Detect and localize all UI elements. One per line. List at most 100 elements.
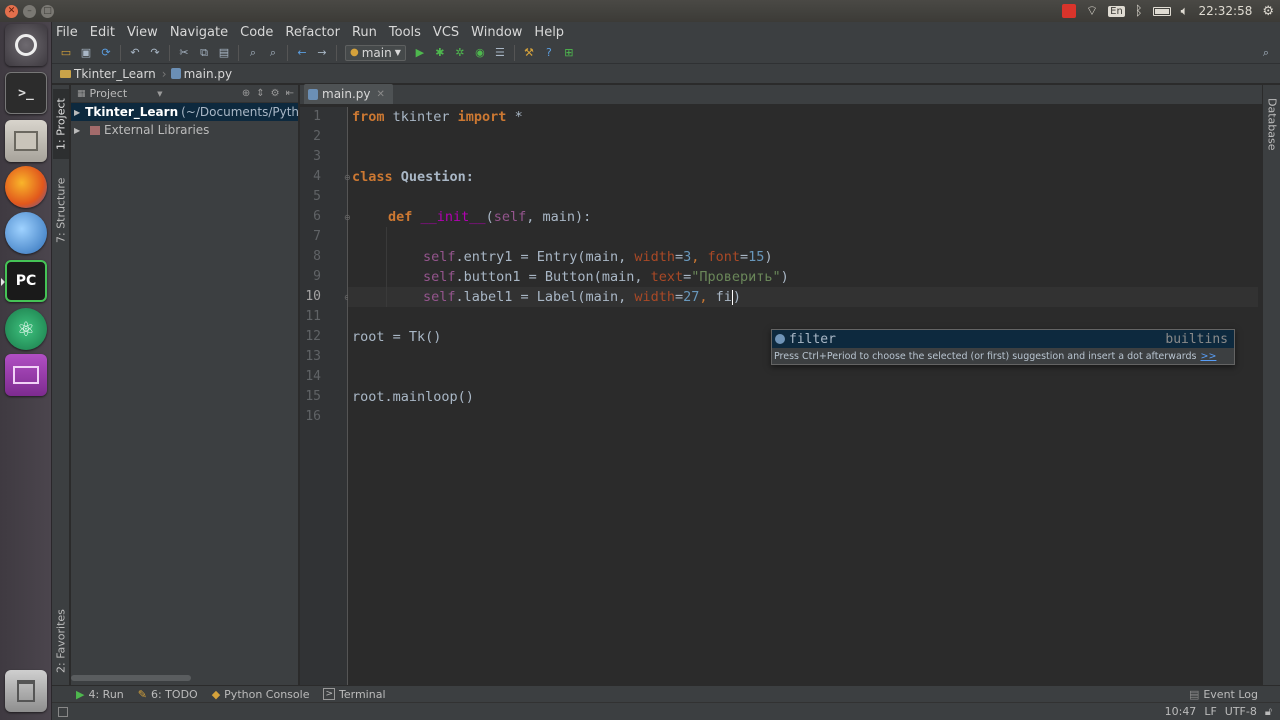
caret-position[interactable]: 10:47 — [1165, 705, 1197, 718]
back-arrow-icon[interactable]: ← — [294, 45, 310, 61]
left-tool-strip: 1: Project 7: Structure 2: Favorites — [52, 85, 70, 685]
cut-icon[interactable]: ✂ — [176, 45, 192, 61]
launcher-atom[interactable]: ⚛ — [5, 308, 47, 350]
menu-tools[interactable]: Tools — [389, 25, 421, 40]
save-all-icon[interactable]: ▣ — [78, 45, 94, 61]
expand-arrow-icon[interactable]: ▶ — [74, 126, 84, 135]
run-icon: ▶ — [76, 687, 85, 701]
debug-icon[interactable]: ✱ — [432, 45, 448, 61]
close-window-button[interactable]: ✕ — [5, 4, 18, 18]
menu-edit[interactable]: Edit — [90, 25, 115, 40]
copy-icon[interactable]: ⧉ — [196, 45, 212, 61]
atom-icon: ⚛ — [17, 317, 35, 341]
menu-run[interactable]: Run — [352, 25, 377, 40]
menu-navigate[interactable]: Navigate — [170, 25, 228, 40]
search-everywhere-icon[interactable]: ⌕ — [1258, 45, 1274, 61]
tool-tab-structure[interactable]: 7: Structure — [53, 175, 69, 245]
clock[interactable]: 22:32:58 — [1198, 4, 1252, 18]
project-view-select[interactable]: Project — [90, 87, 128, 100]
forward-arrow-icon[interactable]: → — [314, 45, 330, 61]
keyboard-layout-indicator[interactable]: En — [1108, 5, 1125, 17]
tool-tab-event-log[interactable]: ▤ Event Log — [1189, 688, 1258, 701]
unity-launcher: >_ PC ⚛ — [0, 22, 52, 720]
string-literal: "Проверить" — [691, 269, 781, 285]
settings-wrench-icon[interactable]: ⚒ — [521, 45, 537, 61]
redo-icon[interactable]: ↷ — [147, 45, 163, 61]
tool-tab-todo[interactable]: ✎ 6: TODO — [138, 688, 198, 701]
profile-icon[interactable]: ◉ — [472, 45, 488, 61]
code-line-15: root.mainloop() — [352, 387, 474, 407]
completion-hint-link[interactable]: >> — [1201, 351, 1217, 362]
collapse-all-icon[interactable]: ⇕ — [256, 88, 264, 99]
menu-vcs[interactable]: VCS — [433, 25, 459, 40]
launcher-firefox[interactable] — [5, 166, 47, 208]
launcher-files[interactable] — [5, 120, 47, 162]
tool-tab-python-console[interactable]: ◆ Python Console — [212, 688, 310, 701]
line-separator[interactable]: LF — [1204, 705, 1216, 718]
vcs-icon[interactable]: ☰ — [492, 45, 508, 61]
tool-tab-run[interactable]: ▶ 4: Run — [76, 688, 124, 701]
launcher-trash[interactable] — [5, 670, 47, 712]
undo-icon[interactable]: ↶ — [127, 45, 143, 61]
tool-tab-terminal[interactable]: > Terminal — [323, 688, 386, 701]
breadcrumb-file[interactable]: main.py — [184, 67, 233, 81]
menu-window[interactable]: Window — [471, 25, 522, 40]
editor-tab-main-py[interactable]: main.py ✕ — [304, 84, 393, 104]
open-folder-icon[interactable]: ▭ — [58, 45, 74, 61]
launcher-terminal[interactable]: >_ — [5, 72, 47, 114]
library-icon — [90, 125, 100, 135]
launcher-pycharm[interactable]: PC — [5, 260, 47, 302]
locate-file-icon[interactable]: ⊕ — [242, 88, 250, 99]
launcher-thunderbird[interactable] — [5, 212, 47, 254]
find-icon[interactable]: ⌕ — [245, 45, 261, 61]
wifi-icon[interactable]: ⌔ — [1086, 3, 1098, 19]
horizontal-scrollbar[interactable] — [71, 675, 191, 681]
completion-item-filter[interactable]: filter builtins — [772, 330, 1234, 348]
code-line-4: class Question: — [352, 167, 474, 187]
file-encoding[interactable]: UTF-8 — [1225, 705, 1257, 718]
tree-item-external-libraries[interactable]: ▶ External Libraries — [71, 121, 298, 139]
replace-icon[interactable]: ⌕ — [265, 45, 281, 61]
minimize-window-button[interactable]: – — [23, 4, 36, 18]
tree-item-project-root[interactable]: ▶ Tkinter_Learn (~/Documents/Pytho — [71, 103, 298, 121]
battery-icon[interactable] — [1152, 6, 1171, 16]
help-icon[interactable]: ? — [541, 45, 557, 61]
menu-file[interactable]: File — [56, 25, 78, 40]
paste-icon[interactable]: ▤ — [216, 45, 232, 61]
tool-tab-database[interactable]: Database — [1264, 91, 1280, 157]
run-configuration-select[interactable]: ● main ▼ — [345, 44, 406, 61]
close-tab-icon[interactable]: ✕ — [377, 89, 385, 100]
code-text: ) — [732, 289, 742, 305]
tool-windows-toggle-icon[interactable] — [58, 706, 68, 717]
code-area[interactable]: from tkinter import * class Question: de… — [348, 107, 1262, 685]
run-icon[interactable]: ▶ — [412, 45, 428, 61]
menu-refactor[interactable]: Refactor — [285, 25, 340, 40]
breadcrumb-project[interactable]: Tkinter_Learn — [74, 67, 156, 81]
recording-indicator-icon[interactable] — [1061, 4, 1076, 18]
menu-code[interactable]: Code — [240, 25, 273, 40]
coverage-icon[interactable]: ✲ — [452, 45, 468, 61]
chevron-down-icon[interactable]: ▼ — [157, 90, 162, 98]
lock-icon[interactable]: 🔓︎ — [1265, 705, 1272, 719]
tool-tab-favorites[interactable]: 2: Favorites — [53, 605, 69, 677]
workspace-icon — [13, 366, 39, 384]
settings-gear-icon[interactable]: ⚙ — [1262, 4, 1274, 19]
menu-help[interactable]: Help — [534, 25, 564, 40]
project-root-name: Tkinter_Learn — [85, 105, 179, 119]
plugin-icon[interactable]: ⊞ — [561, 45, 577, 61]
bluetooth-icon[interactable]: ᛒ — [1135, 4, 1143, 19]
menu-view[interactable]: View — [127, 25, 158, 40]
pycharm-icon: PC — [15, 273, 37, 289]
expand-arrow-icon[interactable]: ▶ — [74, 108, 80, 117]
settings-gear-icon[interactable]: ⚙ — [271, 88, 280, 99]
maximize-window-button[interactable]: □ — [41, 4, 54, 18]
self-ref: self — [423, 269, 456, 285]
tool-tab-project[interactable]: 1: Project — [53, 89, 69, 159]
code-line-6: def __init__(self, main): — [388, 207, 591, 227]
launcher-workspace[interactable] — [5, 354, 47, 396]
hide-panel-icon[interactable]: ⇤ — [286, 88, 294, 99]
code-text: .entry1 = Entry(main, — [455, 249, 635, 265]
sync-icon[interactable]: ⟳ — [98, 45, 114, 61]
volume-icon[interactable]: 🔈︎ — [1181, 4, 1189, 19]
dash-home-button[interactable] — [5, 24, 47, 66]
